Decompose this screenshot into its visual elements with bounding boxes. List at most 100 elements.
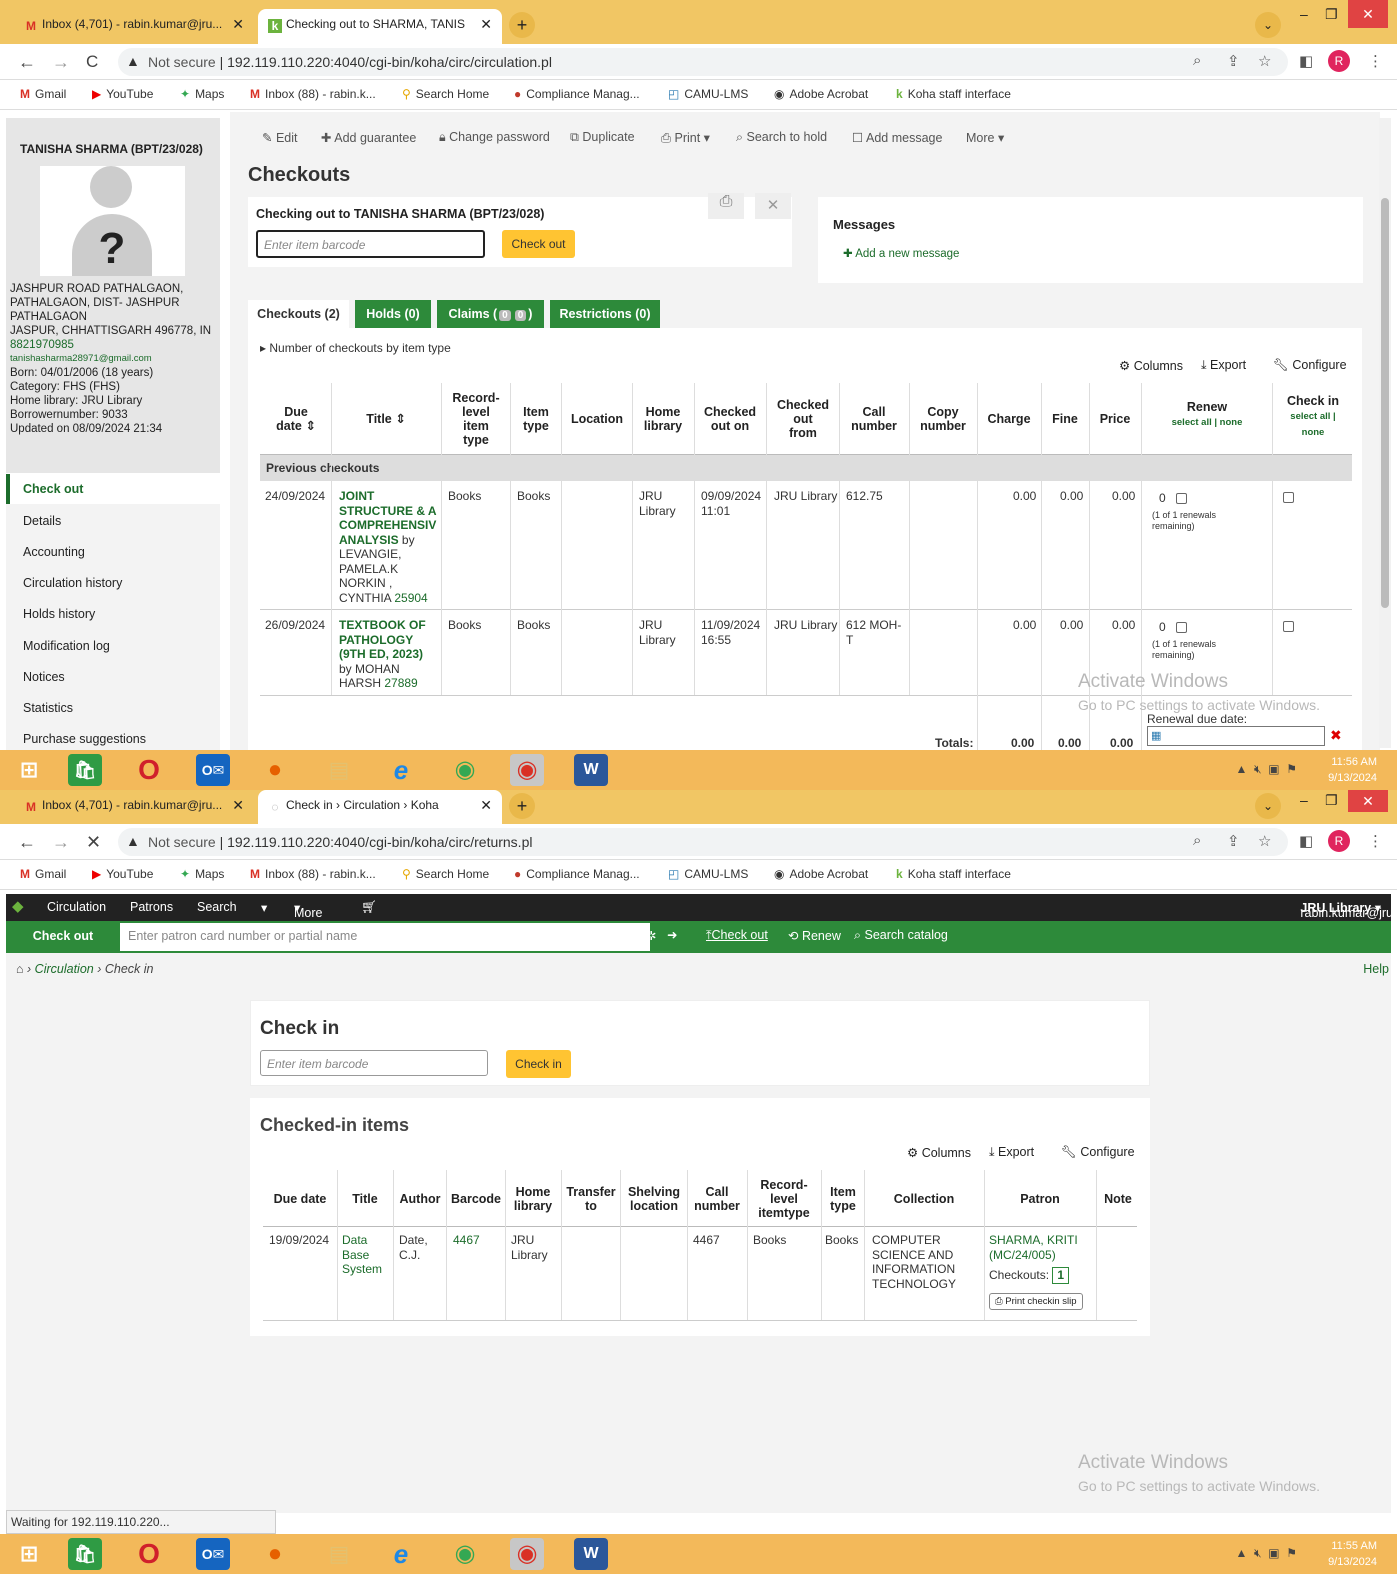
nav-search[interactable]: Search (197, 900, 237, 914)
bookmark-camu[interactable]: ◰ CAMU-LMS (668, 87, 748, 101)
firefox-icon[interactable]: ● (258, 1538, 292, 1570)
col-title[interactable]: Title ⇕ (333, 412, 439, 426)
col-note[interactable]: Note (1098, 1192, 1138, 1206)
bookmark-search-home[interactable]: ⚲ Search Home (402, 867, 489, 881)
col-checked-out-from[interactable]: Checked out from (768, 398, 838, 440)
col-due-date[interactable]: Due date (265, 1192, 335, 1206)
print-checkin-slip-button[interactable]: ⎙ Print checkin slip (989, 1293, 1083, 1310)
row1-title-link[interactable]: JOINT STRUCTURE & A COMPREHENSIV ANALYSI… (339, 489, 436, 547)
col-price[interactable]: Price (1091, 412, 1139, 426)
menu-check-out[interactable]: Check out (6, 474, 220, 504)
action-search-catalog[interactable]: ⌕ Search catalog (854, 928, 948, 943)
crumb-circulation[interactable]: Circulation (35, 962, 94, 976)
store-icon[interactable]: 🛍︎ (68, 754, 102, 786)
col-record-level-itemtype[interactable]: Record-level itemtype (749, 1178, 819, 1220)
profile-avatar[interactable]: R (1328, 50, 1350, 72)
col-author[interactable]: Author (395, 1192, 445, 1206)
home-icon[interactable]: ⌂ (16, 962, 24, 976)
add-guarantee-button[interactable]: ✚ Add guarantee (321, 130, 416, 145)
bookmark-acrobat[interactable]: ◉ Adobe Acrobat (774, 867, 868, 881)
tab-inbox[interactable]: M Inbox (4,701) - rabin.kumar@jru... ✕ (14, 790, 254, 825)
close-window-button[interactable]: ✕ (1348, 790, 1388, 812)
bookmark-maps[interactable]: ✦ Maps (180, 867, 224, 881)
row1-renew-checkbox[interactable] (1175, 493, 1187, 505)
firefox-icon[interactable]: ● (258, 754, 292, 786)
check-out-button[interactable]: Check out (502, 230, 575, 258)
tab-claims[interactable]: Claims (0 0) (437, 300, 544, 328)
sidepanel-icon[interactable]: ◧ (1299, 832, 1313, 850)
file-explorer-icon[interactable]: ▤ (322, 754, 356, 786)
bookmark-star-icon[interactable]: ☆ (1258, 52, 1271, 70)
add-new-message-link[interactable]: ✚ Add a new message (843, 246, 959, 260)
add-message-button[interactable]: ☐ Add message (852, 130, 942, 145)
restore-button[interactable]: ❐ (1325, 6, 1338, 23)
koha-logo-icon[interactable]: ◆ (12, 897, 24, 915)
menu-modification-log[interactable]: Modification log (6, 631, 220, 661)
patron-search-input[interactable]: Enter patron card number or partial name (120, 923, 650, 951)
chrome-icon[interactable]: ◉ (448, 1538, 482, 1570)
tab-search-button[interactable]: ⌄ (1255, 12, 1281, 38)
bookmark-camu[interactable]: ◰ CAMU-LMS (668, 867, 748, 881)
menu-kebab-icon[interactable]: ⋮ (1368, 832, 1383, 850)
col-location[interactable]: Location (563, 412, 631, 426)
submit-arrow-icon[interactable]: ➜ (667, 927, 677, 942)
tab-checkin[interactable]: ◌ Check in › Circulation › Koha ✕ (258, 790, 502, 825)
user-menu[interactable]: rabin.kumar@jru.edu.in JRU Library ▾ (1300, 900, 1397, 920)
back-icon[interactable]: ← (18, 52, 36, 73)
tab-inbox[interactable]: M Inbox (4,701) - rabin.kumar@jru... ✕ (14, 9, 254, 44)
col-fine[interactable]: Fine (1043, 412, 1087, 426)
col-due-date[interactable]: Due date ⇕ (268, 405, 324, 433)
col-home-library[interactable]: Home library (634, 405, 692, 433)
share-icon[interactable]: ⇪ (1227, 52, 1240, 70)
check-out-tab[interactable]: Check out (6, 921, 120, 953)
row2-barcode-link[interactable]: 27889 (384, 676, 417, 690)
bookmark-gmail[interactable]: M Gmail (20, 867, 66, 881)
help-link[interactable]: Help (1363, 962, 1389, 976)
bookmark-youtube[interactable]: ▶ YouTube (92, 867, 153, 881)
col-item-type[interactable]: Item type (823, 1185, 863, 1213)
close-tab-icon[interactable]: ✕ (480, 16, 492, 33)
patron-phone[interactable]: 8821970985 (10, 338, 220, 352)
tab-restrictions[interactable]: Restrictions (0) (550, 300, 660, 328)
windows-start-icon[interactable]: ⊞ (12, 1538, 46, 1570)
nav-patrons[interactable]: Patrons (130, 900, 173, 914)
renew-select-all-none[interactable]: select all | none (1172, 417, 1243, 428)
patron-email[interactable]: tanishasharma28971@gmail.com (10, 352, 220, 366)
tab-checkout[interactable]: k Checking out to SHARMA, TANIS ✕ (258, 9, 502, 44)
chrome-profile-icon[interactable]: ◉ (510, 1538, 544, 1570)
menu-details[interactable]: Details (6, 506, 220, 536)
checkedin-barcode-link[interactable]: 4467 (453, 1233, 480, 1248)
cart-icon[interactable]: 🛒︎ (361, 900, 377, 915)
word-icon[interactable]: W (574, 754, 608, 786)
search-options-icon[interactable]: ✲ (646, 928, 656, 943)
url-field[interactable]: ▲ Not secure | 192.119.110.220:4040/cgi-… (118, 48, 1288, 76)
export-button[interactable]: ⤓ Export (1201, 358, 1246, 373)
chrome-icon[interactable]: ◉ (448, 754, 482, 786)
col-title[interactable]: Title (339, 1192, 391, 1206)
stop-loading-icon[interactable]: ✕ (86, 832, 101, 853)
menu-statistics[interactable]: Statistics (6, 693, 220, 723)
page-scrollbar[interactable] (1379, 118, 1391, 748)
menu-notices[interactable]: Notices (6, 662, 220, 692)
tab-holds[interactable]: Holds (0) (355, 300, 431, 328)
bookmark-search-home[interactable]: ⚲ Search Home (402, 87, 489, 101)
bookmark-compliance[interactable]: ● Compliance Manag... (514, 867, 640, 881)
new-tab-button[interactable]: + (509, 793, 535, 819)
col-charge[interactable]: Charge (979, 412, 1039, 426)
close-tab-icon[interactable]: ✕ (480, 797, 492, 814)
row2-checkin-checkbox[interactable] (1283, 621, 1294, 633)
configure-button[interactable]: 🔧︎ Configure (1273, 358, 1347, 373)
edit-button[interactable]: ✎ Edit (262, 130, 298, 145)
bookmark-maps[interactable]: ✦ Maps (180, 87, 224, 101)
file-explorer-icon[interactable]: ▤ (322, 1538, 356, 1570)
windows-start-icon[interactable]: ⊞ (12, 754, 46, 786)
bookmark-inbox[interactable]: M Inbox (88) - rabin.k... (250, 867, 376, 881)
bookmark-gmail[interactable]: M Gmail (20, 87, 66, 101)
bookmark-star-icon[interactable]: ☆ (1258, 832, 1271, 850)
search-to-hold-button[interactable]: ⌕ Search to hold (736, 130, 827, 145)
forward-icon[interactable]: → (52, 52, 70, 73)
col-home-library[interactable]: Home library (507, 1185, 559, 1213)
menu-holds-history[interactable]: Holds history (6, 599, 220, 629)
clear-date-icon[interactable]: ✖ (1330, 727, 1342, 744)
new-tab-button[interactable]: + (509, 12, 535, 38)
